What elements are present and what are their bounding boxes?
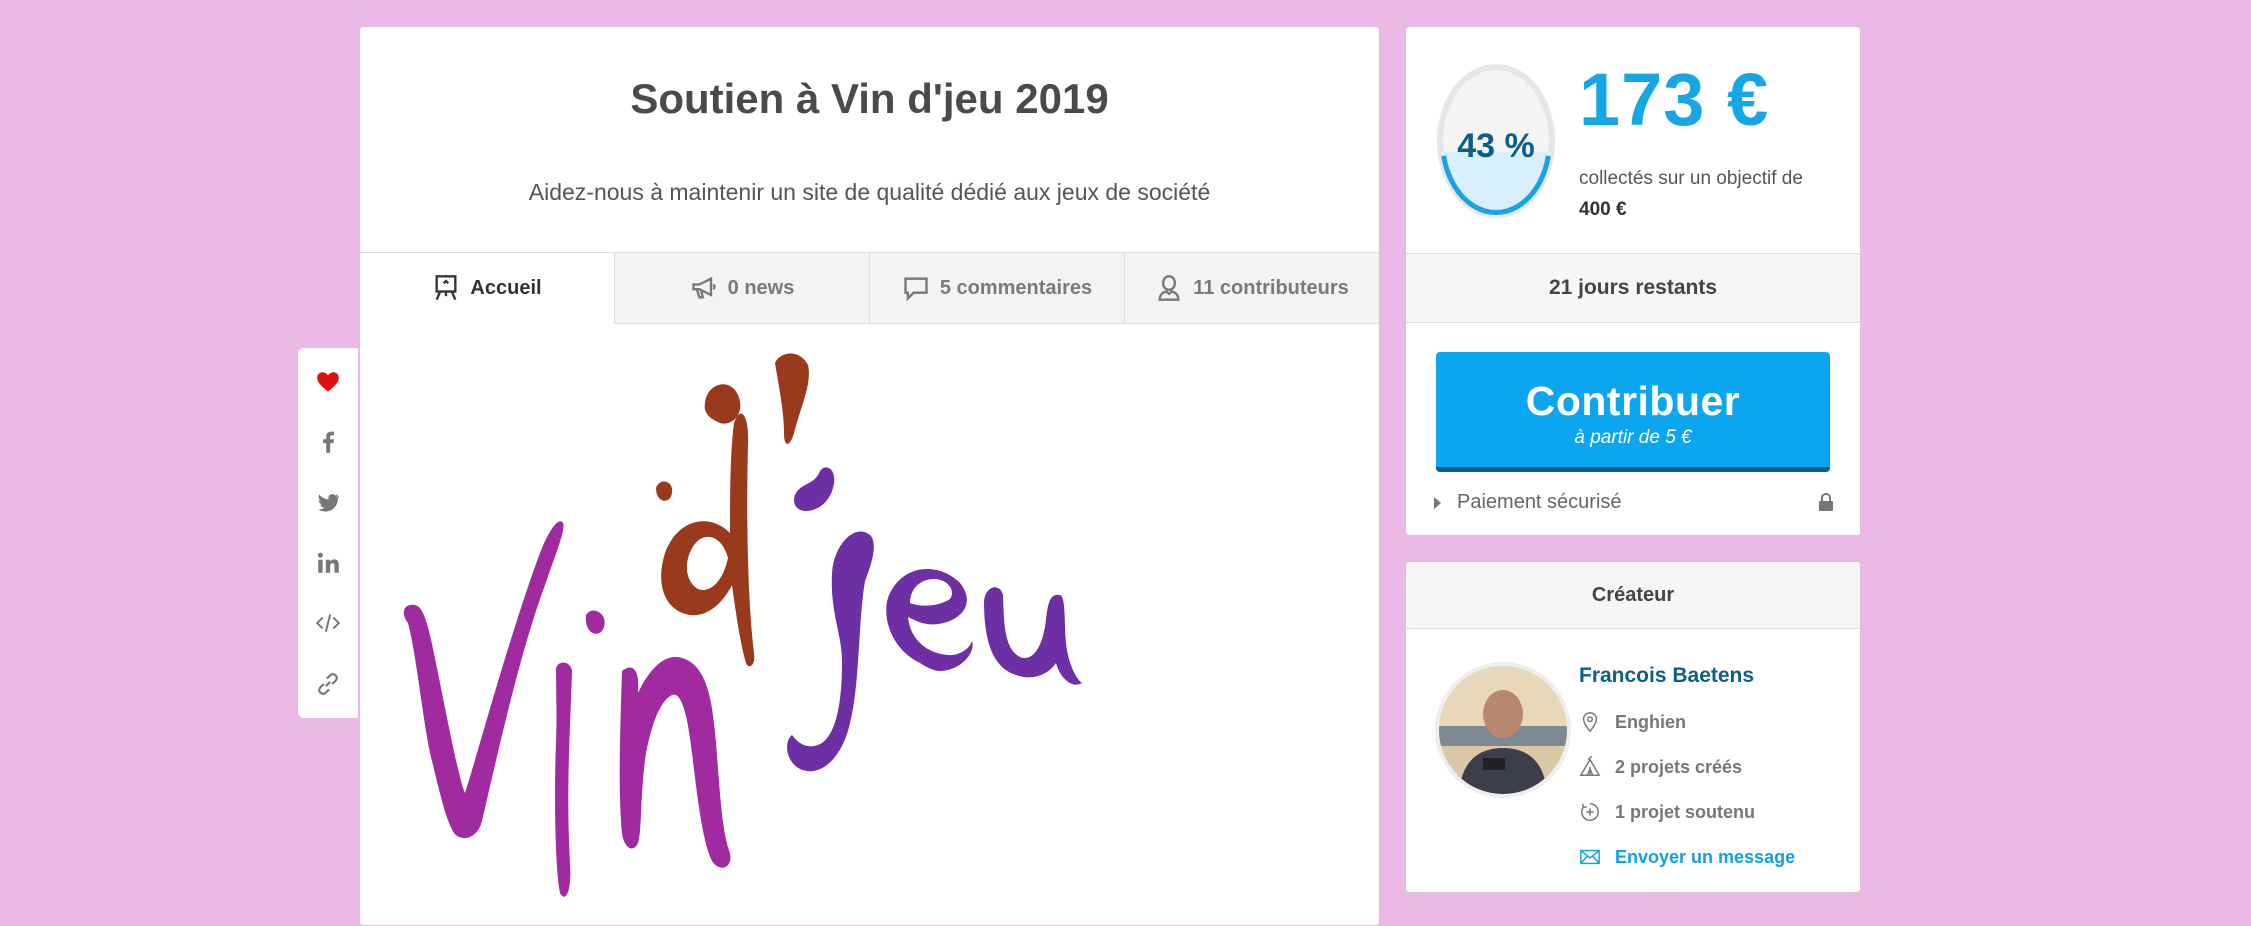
avatar[interactable] [1435, 662, 1571, 798]
tab-comments[interactable]: 5 commentaires [869, 253, 1124, 323]
goal-text: collectés sur un objectif de [1579, 168, 1803, 189]
creator-name-link[interactable]: Francois Baetens [1579, 664, 1754, 688]
heart-icon[interactable] [312, 366, 344, 398]
page-title: Soutien à Vin d'jeu 2019 [630, 75, 1109, 122]
tent-icon [1579, 756, 1601, 776]
projects-supported-label: 1 projet soutenu [1615, 801, 1756, 822]
page-subtitle: Aidez-nous à maintenir un site de qualit… [528, 179, 1211, 205]
contribute-button[interactable]: Contribuer à partir de 5 € [1436, 352, 1830, 472]
linkedin-icon[interactable] [312, 547, 344, 579]
tab-accueil[interactable]: Accueil [360, 253, 614, 324]
creator-card: Créateur Francois Baetens Enghien 2 proj… [1405, 561, 1861, 893]
lock-icon [1819, 493, 1833, 511]
goal-description: collectés sur un objectif de 400 € [1579, 163, 1803, 225]
contribute-minimum: à partir de 5 € [1574, 427, 1692, 448]
project-tabs: Accueil 0 news 5 commentaires 11 contrib… [360, 252, 1379, 324]
tab-contributors[interactable]: 11 contributeurs [1124, 253, 1379, 323]
funding-percent: 43 % [1457, 127, 1535, 165]
amount-collected: 173 € [1579, 58, 1770, 141]
tab-label: 0 news [727, 276, 795, 299]
goal-amount: 400 € [1579, 199, 1627, 220]
creator-projects-created: 2 projets créés [1579, 756, 1742, 778]
vin-djeu-logo [403, 353, 1082, 897]
comment-icon [904, 277, 928, 302]
support-icon [1581, 803, 1599, 821]
caret-right-icon [1434, 496, 1441, 509]
projects-created-label: 2 projets créés [1615, 756, 1743, 777]
share-sidebar [298, 348, 358, 718]
funding-card: 43 % 173 € collectés sur un objectif de … [1405, 26, 1861, 536]
secure-payment-label: Paiement sécurisé [1457, 491, 1622, 513]
secure-payment-toggle[interactable]: Paiement sécurisé [1434, 491, 1834, 514]
send-message-link[interactable]: Envoyer un message [1579, 846, 1795, 868]
tab-label: 5 commentaires [939, 276, 1093, 299]
creator-location: Enghien [1579, 711, 1686, 733]
tab-label: 11 contributeurs [1193, 276, 1349, 299]
creator-projects-supported: 1 projet soutenu [1579, 801, 1755, 823]
twitter-icon[interactable] [312, 487, 344, 519]
days-remaining: 21 jours restants [1406, 253, 1860, 323]
easel-icon [435, 275, 457, 301]
megaphone-icon [691, 276, 716, 299]
embed-icon[interactable] [312, 607, 344, 639]
tab-news[interactable]: 0 news [614, 253, 869, 323]
contribute-label: Contribuer [1525, 378, 1741, 424]
user-icon [1158, 275, 1180, 301]
project-card: Soutien à Vin d'jeu 2019 Aidez-nous à ma… [359, 26, 1380, 926]
location-label: Enghien [1615, 711, 1686, 732]
send-message-label: Envoyer un message [1615, 846, 1796, 867]
tab-label: Accueil [470, 276, 542, 299]
map-pin-icon [1582, 712, 1598, 733]
link-icon[interactable] [312, 668, 344, 700]
facebook-icon[interactable] [312, 426, 344, 458]
creator-header: Créateur [1406, 562, 1860, 629]
mail-icon [1580, 849, 1600, 865]
